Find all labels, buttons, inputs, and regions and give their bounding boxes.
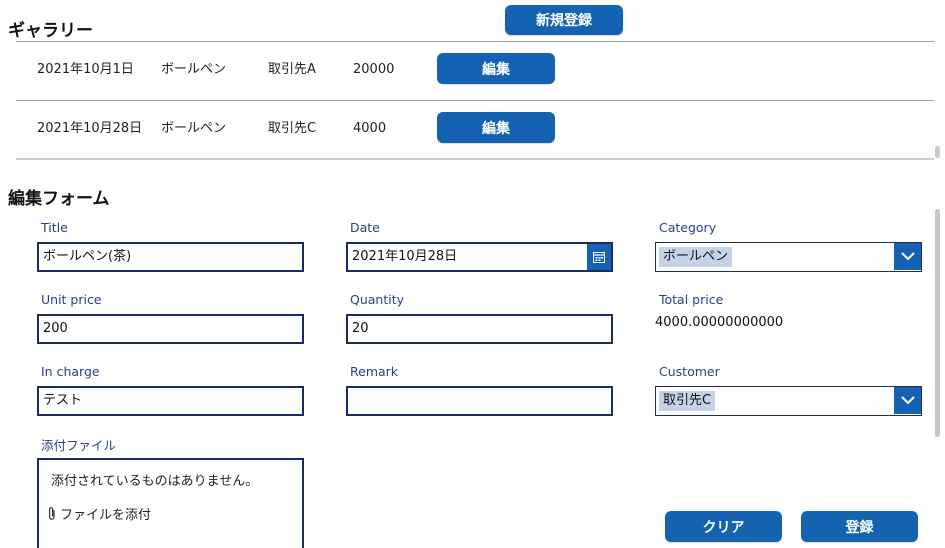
attach-file-label: ファイルを添付 <box>60 508 152 523</box>
category-label: Category <box>659 220 717 235</box>
chevron-down-icon[interactable] <box>894 387 921 414</box>
attach-file-link[interactable]: ファイルを添付 <box>47 504 151 523</box>
clear-button[interactable]: クリア <box>665 511 782 542</box>
row-title: ボールペン <box>161 121 227 136</box>
form-scrollbar[interactable] <box>935 209 940 437</box>
submit-button[interactable]: 登録 <box>801 511 918 542</box>
gallery-row[interactable]: 2021年10月28日 ボールペン 取引先C 4000 編集 <box>16 100 934 158</box>
row-date: 2021年10月28日 <box>37 121 143 136</box>
row-customer: 取引先A <box>268 62 316 77</box>
row-total: 20000 <box>353 62 395 77</box>
gallery-row[interactable]: 2021年10月1日 ボールペン 取引先A 20000 編集 <box>16 41 934 99</box>
total-price-value: 4000.00000000000 <box>655 315 784 330</box>
category-selected: ボールペン <box>659 247 733 267</box>
customer-selected: 取引先C <box>659 391 716 411</box>
unit-price-input[interactable]: 200 <box>37 314 304 344</box>
calendar-icon[interactable] <box>587 244 611 270</box>
gallery-title: ギャラリー <box>8 21 93 41</box>
edit-button[interactable]: 編集 <box>437 53 555 84</box>
row-title: ボールペン <box>161 62 227 77</box>
unit-price-label: Unit price <box>41 292 102 307</box>
total-price-label: Total price <box>659 292 724 307</box>
attachments-empty-text: 添付されているものはありません。 <box>51 474 259 489</box>
gallery-scrollbar[interactable] <box>935 146 940 158</box>
attachments-label: 添付ファイル <box>41 438 117 453</box>
attachments-box: 添付されているものはありません。 ファイルを添付 <box>37 458 304 548</box>
row-customer: 取引先C <box>268 121 317 136</box>
title-input[interactable]: ボールペン(茶) <box>37 242 304 272</box>
remark-label: Remark <box>350 364 399 379</box>
date-value: 2021年10月28日 <box>352 249 458 264</box>
quantity-label: Quantity <box>350 292 405 307</box>
form-title: 編集フォーム <box>8 189 110 209</box>
quantity-input[interactable]: 20 <box>346 314 613 344</box>
chevron-down-icon[interactable] <box>894 243 921 270</box>
row-date: 2021年10月1日 <box>37 62 134 77</box>
customer-dropdown[interactable]: 取引先C <box>655 386 922 416</box>
gallery-bottom-border <box>16 158 934 160</box>
remark-input[interactable] <box>346 386 613 416</box>
in-charge-input[interactable]: テスト <box>37 386 304 416</box>
date-label: Date <box>350 220 380 235</box>
row-total: 4000 <box>353 121 387 136</box>
category-dropdown[interactable]: ボールペン <box>655 242 922 272</box>
paperclip-icon <box>49 507 55 520</box>
edit-button[interactable]: 編集 <box>437 112 555 143</box>
date-picker[interactable]: 2021年10月28日 <box>346 242 613 272</box>
title-label: Title <box>41 220 68 235</box>
new-record-button[interactable]: 新規登録 <box>505 5 623 35</box>
in-charge-label: In charge <box>41 364 100 379</box>
customer-label: Customer <box>659 364 720 379</box>
